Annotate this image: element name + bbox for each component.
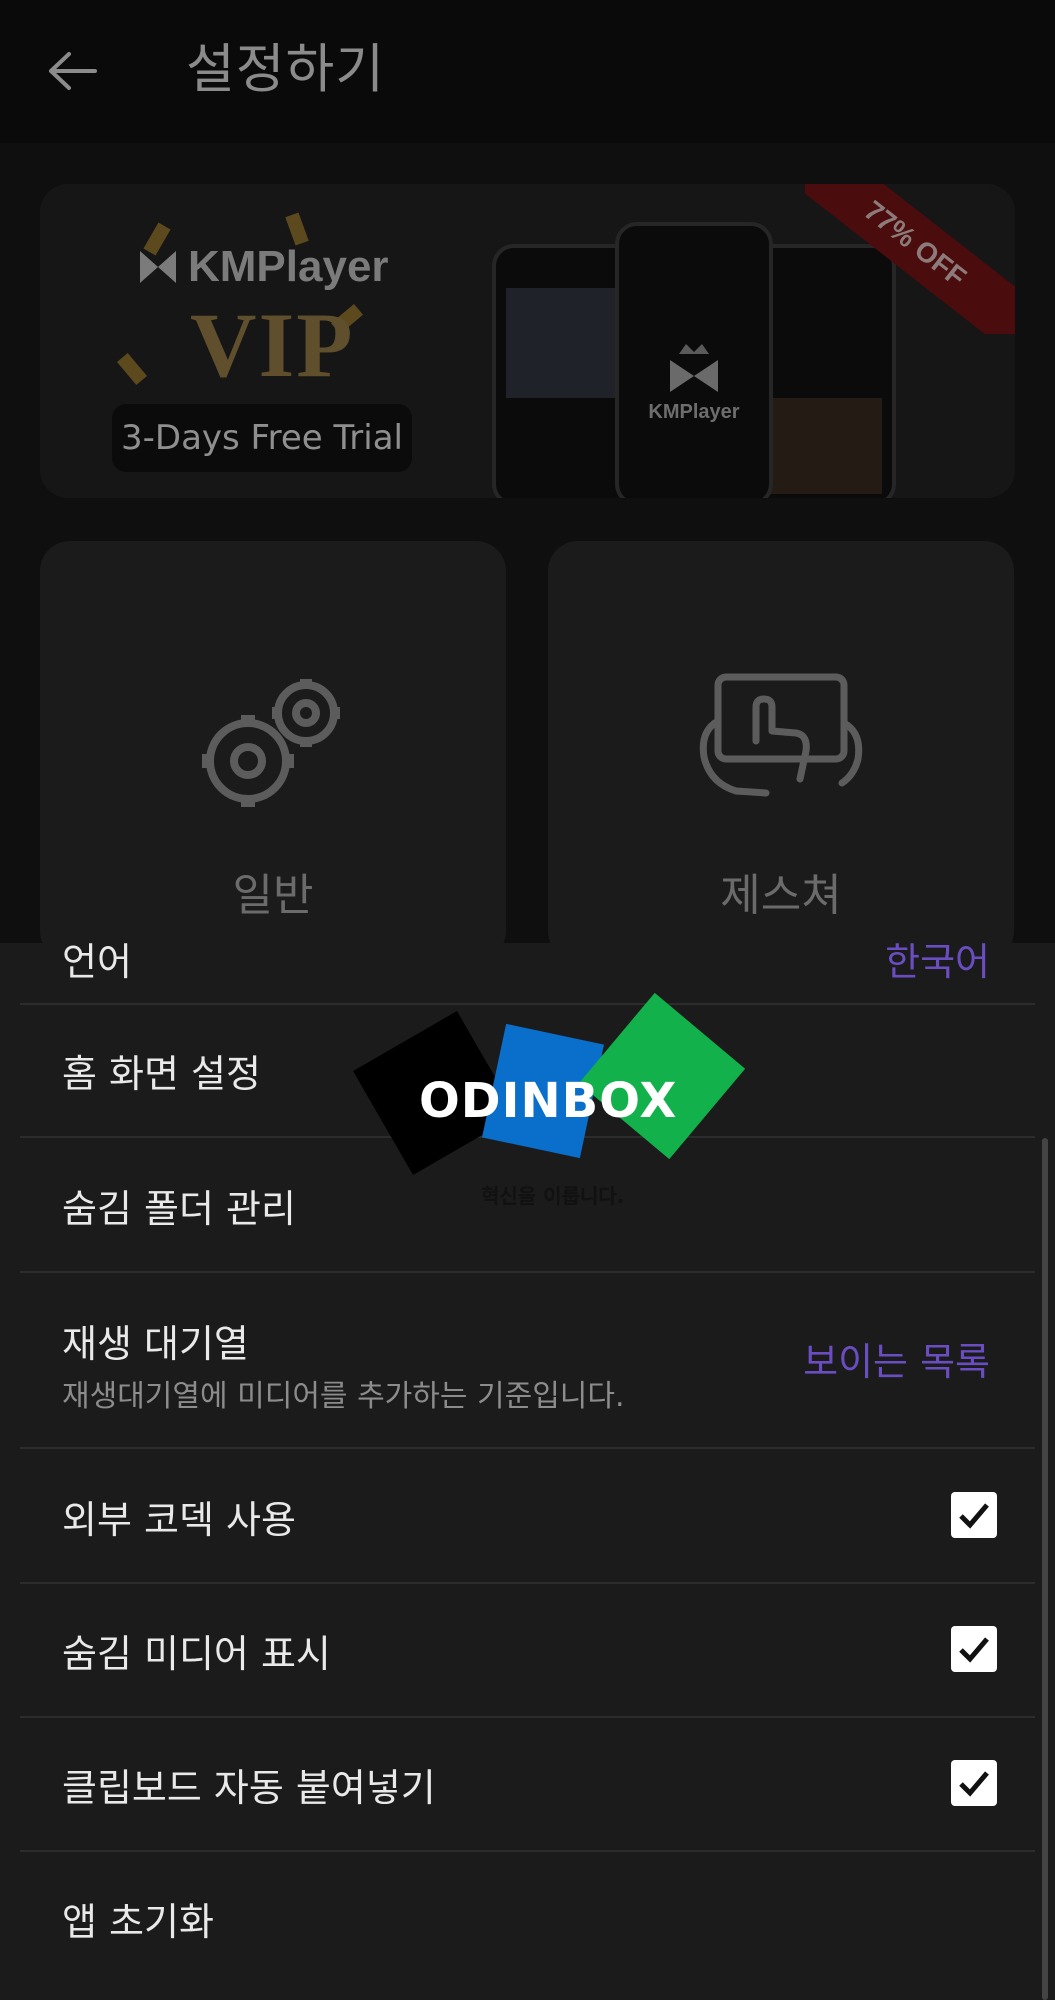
category-gesture[interactable]: 제스쳐 bbox=[548, 541, 1014, 961]
confetti-decoration bbox=[285, 212, 309, 246]
checkmark-icon bbox=[959, 1637, 989, 1663]
vip-title: VIP bbox=[190, 294, 355, 396]
external-codec-checkbox[interactable] bbox=[951, 1492, 997, 1538]
discount-ribbon: 77% OFF bbox=[805, 184, 1015, 334]
category-general[interactable]: 일반 bbox=[40, 541, 506, 961]
setting-row-clipboard-paste[interactable]: 클립보드 자동 붙여넣기 bbox=[20, 1717, 1035, 1852]
setting-label: 숨김 미디어 표시 bbox=[62, 1632, 331, 1676]
setting-label: 언어 bbox=[62, 943, 132, 984]
odinbox-watermark: ODINBOX 혁신을 이룹니다. bbox=[353, 992, 746, 1208]
setting-label: 숨김 폴더 관리 bbox=[62, 1187, 296, 1231]
phone-mockup-center: KMPlayer bbox=[615, 222, 773, 498]
setting-row-reset-app[interactable]: 앱 초기화 bbox=[20, 1851, 1035, 1984]
checkmark-icon bbox=[959, 1503, 989, 1529]
hand-gesture-icon bbox=[699, 673, 863, 797]
setting-label: 재생 대기열 bbox=[62, 1322, 249, 1366]
vip-promo-banner[interactable]: KMPlayer VIP 3-Days Free Trial KMPlayer … bbox=[40, 184, 1015, 498]
category-gesture-label: 제스쳐 bbox=[720, 870, 842, 921]
setting-value: 한국어 bbox=[885, 943, 990, 984]
app-bar: 설정하기 bbox=[0, 0, 1055, 143]
setting-row-show-hidden-media[interactable]: 숨김 미디어 표시 bbox=[20, 1583, 1035, 1718]
brand-name: KMPlayer bbox=[188, 242, 389, 291]
back-button[interactable] bbox=[30, 38, 114, 104]
confetti-decoration bbox=[116, 353, 148, 385]
scrollbar[interactable] bbox=[1042, 1138, 1048, 2000]
setting-row-language[interactable]: 언어 한국어 bbox=[20, 943, 1035, 1005]
arrow-left-icon bbox=[49, 52, 97, 90]
show-hidden-media-checkbox[interactable] bbox=[951, 1626, 997, 1672]
free-trial-badge: 3-Days Free Trial bbox=[112, 404, 412, 472]
watermark-slogan: 혁신을 이룹니다. bbox=[481, 1184, 625, 1208]
category-general-label: 일반 bbox=[232, 870, 314, 921]
setting-label: 앱 초기화 bbox=[62, 1900, 214, 1944]
kmplayer-logo: KMPlayer bbox=[138, 242, 389, 292]
setting-row-playback-queue[interactable]: 재생 대기열 재생대기열에 미디어를 추가하는 기준입니다. 보이는 목록 bbox=[20, 1273, 1035, 1449]
discount-text: 77% OFF bbox=[805, 184, 1015, 334]
setting-description: 재생대기열에 미디어를 추가하는 기준입니다. bbox=[62, 1379, 625, 1414]
setting-label: 클립보드 자동 붙여넣기 bbox=[62, 1766, 436, 1810]
setting-row-external-codec[interactable]: 외부 코덱 사용 bbox=[20, 1449, 1035, 1584]
kmplayer-logo-icon bbox=[140, 251, 176, 283]
setting-value: 보이는 목록 bbox=[803, 1340, 990, 1384]
setting-label: 외부 코덱 사용 bbox=[62, 1498, 296, 1542]
setting-label: 홈 화면 설정 bbox=[62, 1052, 261, 1096]
crown-bowtie-icon bbox=[670, 344, 718, 392]
watermark-text: ODINBOX bbox=[419, 1073, 678, 1129]
page-title: 설정하기 bbox=[186, 39, 386, 100]
clipboard-paste-checkbox[interactable] bbox=[951, 1760, 997, 1806]
checkmark-icon bbox=[959, 1771, 989, 1797]
phone-logo-text: KMPlayer bbox=[648, 401, 740, 423]
gears-icon bbox=[202, 679, 340, 807]
